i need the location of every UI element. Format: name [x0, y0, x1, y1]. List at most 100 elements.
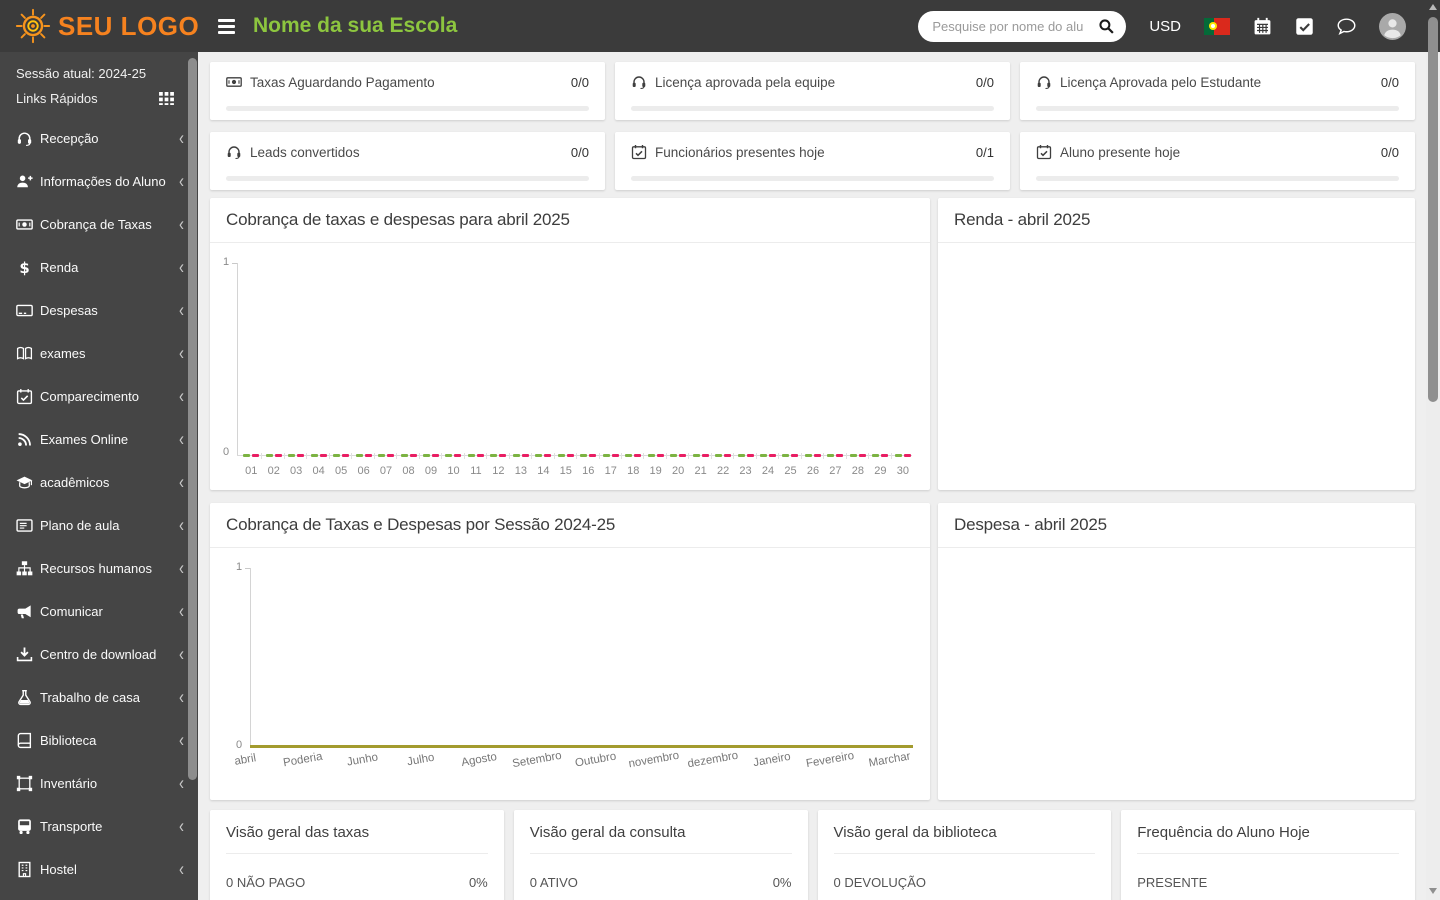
- sidebar-item-label: Plano de aula: [40, 518, 120, 533]
- sidebar-item-biblioteca[interactable]: Biblioteca ‹: [0, 719, 198, 762]
- overview-row: PRESENTE: [1137, 875, 1399, 890]
- stat-cards: Taxas Aguardando Pagamento 0/0 Licença apr…: [210, 62, 1415, 190]
- banknote-icon: [16, 216, 33, 233]
- chart-day-09: 09: [420, 243, 443, 490]
- sidebar-item-hostel[interactable]: Hostel ‹: [0, 848, 198, 891]
- stat-card-leads-convertidos[interactable]: Leads convertidos 0/0: [210, 132, 605, 190]
- sidebar-scrollbar[interactable]: [188, 52, 197, 900]
- x-axis-label: 25: [784, 465, 797, 477]
- stat-card-licenca-aprovada-pela-equipe[interactable]: Licença aprovada pela equipe 0/0: [615, 62, 1010, 120]
- fees-bar: [670, 454, 678, 457]
- expense-panel: Despesa - abril 2025: [938, 503, 1415, 800]
- sidebar-item-plano-de-aula[interactable]: Plano de aula ‹: [0, 504, 198, 547]
- x-axis-label: 19: [649, 465, 662, 477]
- sidebar-item-recepcao[interactable]: Recepção ‹: [0, 117, 198, 160]
- expenses-bar: [521, 454, 529, 457]
- stat-card-taxas-aguardando-pagamento[interactable]: Taxas Aguardando Pagamento 0/0: [210, 62, 605, 120]
- stat-card-aluno-presente-hoje[interactable]: Aluno presente hoje 0/0: [1020, 132, 1415, 190]
- currency-selector[interactable]: USD: [1149, 18, 1181, 35]
- sidebar-item-renda[interactable]: $ Renda ‹: [0, 246, 198, 289]
- banknote-icon: [226, 74, 242, 90]
- stat-card-title: Taxas Aguardando Pagamento: [250, 74, 435, 90]
- divider: [226, 853, 488, 854]
- brand[interactable]: SEU LOGO: [0, 7, 199, 45]
- sidebar-item-despesas[interactable]: Despesas ‹: [0, 289, 198, 332]
- sidebar-item-certificado[interactable]: Certificado‹: [0, 891, 198, 900]
- sidebar-item-centro-de-download[interactable]: Centro de download ‹: [0, 633, 198, 676]
- chart-day-23: 23: [734, 243, 757, 490]
- x-axis-label: 06: [357, 465, 370, 477]
- sidebar-item-label: Informações do Aluno: [40, 174, 166, 189]
- expenses-bar: [611, 454, 619, 457]
- stat-card-value: 0/1: [975, 144, 994, 160]
- page-scrollbar[interactable]: [1426, 0, 1440, 900]
- search-input[interactable]: [918, 10, 1127, 42]
- stat-card-header: Funcionários presentes hoje 0/1: [631, 144, 994, 160]
- x-axis-label-julho: Julho: [406, 751, 436, 769]
- x-axis-label-poderia: Poderia: [282, 750, 324, 770]
- sidebar-menu: Recepção ‹ Informações do Aluno ‹ Cobrança d…: [0, 117, 198, 900]
- chart-cells: 01 02 03 04 05 06 07 08 09 10 11 12 13 14 15 16 17 18 19 20…: [240, 243, 914, 490]
- x-axis-label: 22: [716, 465, 730, 477]
- sidebar-item-cobranca-de-taxas[interactable]: Cobrança de Taxas ‹: [0, 203, 198, 246]
- overview-card-visao-geral-da-consulta: Visão geral da consulta 0 ATIVO 0%: [513, 810, 808, 900]
- sidebar-item-label: Transporte: [40, 819, 103, 834]
- sidebar-item-exames-online[interactable]: Exames Online ‹: [0, 418, 198, 461]
- headset-icon: [226, 144, 242, 160]
- sidebar-item-trabalho-de-casa[interactable]: Trabalho de casa ‹: [0, 676, 198, 719]
- stat-card-funcionarios-presentes-hoje[interactable]: Funcionários presentes hoje 0/1: [615, 132, 1010, 190]
- stat-card-title: Licença Aprovada pelo Estudante: [1060, 74, 1262, 90]
- calendar-icon[interactable]: [1253, 17, 1272, 36]
- menu-toggle-button[interactable]: [214, 15, 239, 38]
- chat-icon[interactable]: [1337, 17, 1356, 36]
- credit-card-icon: [16, 302, 33, 319]
- expenses-bar: [499, 454, 507, 457]
- scroll-down-arrow-icon[interactable]: [1429, 888, 1437, 894]
- expenses-bar: [387, 454, 395, 457]
- zero-value-bars: [265, 454, 282, 457]
- sidebar-item-comparecimento[interactable]: Comparecimento ‹: [0, 375, 198, 418]
- portugal-flag-icon[interactable]: [1204, 17, 1230, 35]
- stat-card-licenca-aprovada-pelo-estudante[interactable]: Licença Aprovada pelo Estudante 0/0: [1020, 62, 1415, 120]
- zero-value-bars: [333, 454, 350, 457]
- overview-card-title: Visão geral da biblioteca: [833, 824, 997, 841]
- sidebar-item-label: Comunicar: [40, 604, 103, 619]
- quick-links[interactable]: Links Rápidos: [0, 81, 198, 106]
- tasks-icon[interactable]: [1295, 17, 1314, 36]
- stat-card-header: Aluno presente hoje 0/0: [1036, 144, 1399, 160]
- fees-bar: [849, 454, 857, 457]
- x-axis-label-setembro: Setembro: [511, 749, 563, 771]
- sidebar-item-label: Trabalho de casa: [40, 690, 140, 705]
- expenses-bar: [746, 454, 754, 457]
- x-axis-label-junho: Junho: [345, 751, 379, 769]
- sidebar-item-informacoes-do-aluno[interactable]: Informações do Aluno ‹: [0, 160, 198, 203]
- fees-bar: [288, 454, 296, 457]
- sidebar-item-inventario[interactable]: Inventário ‹: [0, 762, 198, 805]
- chart-day-08: 08: [397, 243, 420, 490]
- user-plus-icon: [16, 173, 33, 190]
- overview-card-title: Visão geral da consulta: [529, 824, 686, 841]
- sidebar-item-comunicar[interactable]: Comunicar ‹: [0, 590, 198, 633]
- x-axis-label: 29: [874, 465, 887, 477]
- sidebar-item-transporte[interactable]: Transporte ‹: [0, 805, 198, 848]
- search-icon[interactable]: [1098, 18, 1115, 35]
- avatar[interactable]: [1379, 12, 1406, 40]
- sidebar-item-label: exames: [40, 346, 86, 361]
- page-scrollbar-thumb[interactable]: [1428, 17, 1438, 402]
- x-axis-label: 28: [851, 465, 865, 477]
- chart-day-12: 12: [487, 243, 510, 490]
- bullhorn-icon: [16, 603, 33, 620]
- stat-card-value: 0/0: [570, 144, 589, 160]
- sidebar-item-exames[interactable]: exames ‹: [0, 332, 198, 375]
- sidebar-scrollbar-thumb[interactable]: [188, 58, 197, 780]
- chart-day-10: 10: [442, 243, 465, 490]
- x-axis-label: 04: [312, 465, 325, 477]
- sidebar-item-recursos-humanos[interactable]: Recursos humanos ‹: [0, 547, 198, 590]
- x-axis-label: 15: [559, 465, 572, 477]
- expenses-bar: [342, 454, 350, 457]
- scroll-up-arrow-icon[interactable]: [1429, 4, 1437, 10]
- expenses-bar: [881, 454, 889, 457]
- x-axis-label: 09: [424, 465, 438, 477]
- fees-bar: [692, 454, 700, 457]
- sidebar-item-academicos[interactable]: acadêmicos ‹: [0, 461, 198, 504]
